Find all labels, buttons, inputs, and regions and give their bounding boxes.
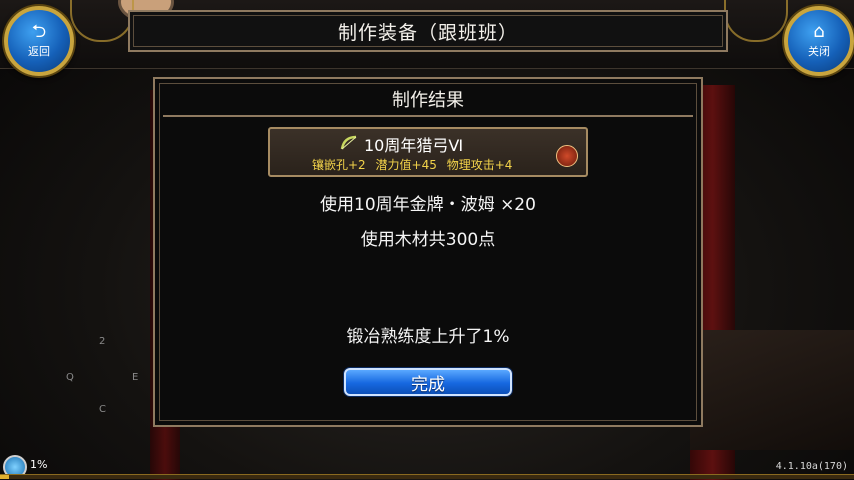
dpad-right-key[interactable]: E xyxy=(132,372,138,383)
craft-result-panel: 制作结果 10周年猎弓Ⅵ 镶嵌孔+2 潜力值+45 物理攻击+4 使用10周年金… xyxy=(153,77,703,427)
item-stat-physical-attack: 物理攻击+4 xyxy=(446,158,513,172)
result-header-title: 制作结果 xyxy=(392,90,464,111)
top-bar: 制作装备（跟班班） xyxy=(0,0,854,69)
title-frame: 制作装备（跟班班） xyxy=(128,10,728,52)
item-name: 10周年猎弓Ⅵ xyxy=(364,136,464,155)
experience-progress-bar xyxy=(0,474,854,479)
proficiency-message: 锻冶熟练度上升了1% xyxy=(346,327,510,347)
bow-icon xyxy=(340,135,357,150)
item-stat-potential: 潜力值+45 xyxy=(375,158,437,172)
back-button-label: 返回 xyxy=(28,45,50,58)
done-button-label: 完成 xyxy=(411,374,445,395)
version-label: 4.1.10a(170) xyxy=(775,461,848,472)
crafted-item-card[interactable]: 10周年猎弓Ⅵ 镶嵌孔+2 潜力值+45 物理攻击+4 xyxy=(268,127,588,177)
corner-ornament-right xyxy=(724,0,788,42)
progress-percent: 1% xyxy=(30,458,48,471)
item-stats: 镶嵌孔+2 潜力值+45 物理攻击+4 xyxy=(312,156,518,173)
dpad-down-key[interactable]: C xyxy=(99,404,106,415)
camera-dpad[interactable]: 2 Q E C xyxy=(62,336,152,416)
dpad-left-key[interactable]: Q xyxy=(66,372,74,383)
back-button[interactable]: ⮌ 返回 xyxy=(4,6,74,76)
item-stat-sockets: 镶嵌孔+2 xyxy=(312,158,366,172)
experience-progress-fill xyxy=(0,475,9,479)
done-button[interactable]: 完成 xyxy=(344,368,512,396)
material-usage-wood: 使用木材共300点 xyxy=(360,230,496,250)
corner-ornament-left xyxy=(70,0,134,42)
page-title: 制作装备（跟班班） xyxy=(337,21,518,44)
home-icon: ⌂ xyxy=(813,21,825,42)
scene-platform xyxy=(690,330,854,450)
result-header: 制作结果 xyxy=(163,83,693,117)
item-gem-icon xyxy=(556,145,578,167)
back-arrow-icon: ⮌ xyxy=(31,21,47,42)
material-usage-medal: 使用10周年金牌・波姆 ×20 xyxy=(320,195,536,215)
close-button-label: 关闭 xyxy=(808,45,830,58)
dpad-up-key[interactable]: 2 xyxy=(99,336,105,347)
close-button[interactable]: ⌂ 关闭 xyxy=(784,6,854,76)
